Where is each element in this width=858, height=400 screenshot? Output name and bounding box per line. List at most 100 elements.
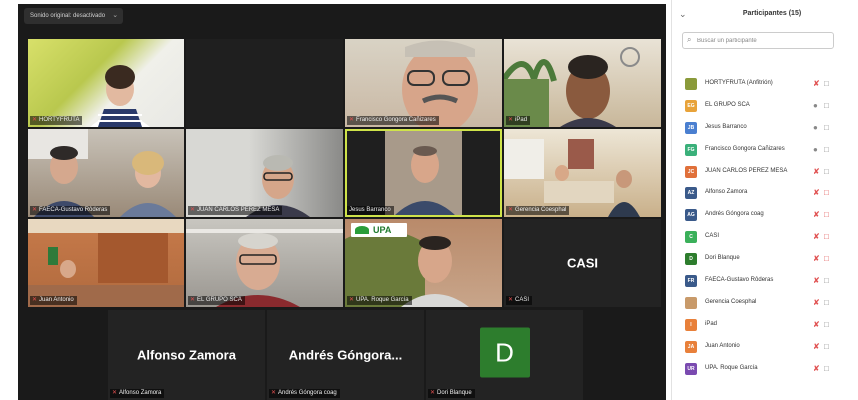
participant-avatar: C xyxy=(685,231,697,244)
participant-name: iPad xyxy=(705,320,718,327)
participant-video xyxy=(186,229,343,307)
video-tile-andres-gongora[interactable]: Andrés Góngora... ✕ Andrés Góngora coag xyxy=(267,310,424,400)
participant-avatar: JC xyxy=(685,165,697,178)
camera-off-icon[interactable]: □ xyxy=(824,232,829,241)
participant-name: Gerencia Coesphal xyxy=(705,298,757,305)
video-tile-jesus-barranco[interactable]: Jesus Barranco xyxy=(345,129,502,217)
video-tile-dori-blanque[interactable]: D ✕ Dori Blanque xyxy=(426,310,583,400)
video-tile-juan-antonio[interactable]: ✕ Juan Antonio xyxy=(28,219,184,307)
video-tile-ipad[interactable]: ✕ iPad xyxy=(504,39,661,127)
mic-muted-icon: ✕ xyxy=(32,117,38,123)
video-tile-empty xyxy=(186,39,343,127)
participant-row[interactable]: IiPad ✘ □ xyxy=(672,315,858,337)
video-tile-gerencia-coesphal[interactable]: ✕ Gerencia Coesphal xyxy=(504,129,661,217)
video-tile-upa-roque[interactable]: UPA ✕ UPA. Roque García xyxy=(345,219,502,307)
mic-muted-icon[interactable]: ✘ xyxy=(813,254,820,263)
participant-row[interactable]: AZ Alfonso Zamora ✘ □ xyxy=(672,183,858,205)
participant-name-label: ✕ HORTYFRUTA xyxy=(30,116,83,125)
participant-avatar xyxy=(685,296,697,309)
video-gallery: Sonido original: desactivado ⌄ ✕ HORTYFRU… xyxy=(18,4,666,400)
participant-name-label: ✕ JUAN CARLOS PEREZ MESA xyxy=(188,206,283,215)
participant-video xyxy=(246,155,310,217)
upa-logo: UPA xyxy=(351,223,407,237)
camera-icon[interactable]: □ xyxy=(824,101,829,110)
mic-muted-icon: ✕ xyxy=(349,117,355,123)
mic-muted-icon: ✕ xyxy=(508,297,514,303)
participant-row[interactable]: UR UPA. Roque García ✘ □ xyxy=(672,359,858,381)
participant-row[interactable]: HORTYFRUTA (Anfitrión) ✘ □ xyxy=(672,74,858,96)
camera-icon[interactable]: □ xyxy=(824,276,829,285)
participant-row[interactable]: AG Andrés Góngora coag ✘ □ xyxy=(672,205,858,227)
camera-icon[interactable]: □ xyxy=(824,298,829,307)
mic-icon[interactable]: ● xyxy=(813,123,818,132)
camera-icon[interactable]: □ xyxy=(824,320,829,329)
participant-name: Dori Blanque xyxy=(705,255,740,262)
video-tile-alfonso-zamora[interactable]: Alfonso Zamora ✕ Alfonso Zamora xyxy=(108,310,265,400)
participant-row[interactable]: FR FAECA-Gustavo Rôderas ✘ □ xyxy=(672,271,858,293)
participant-name-label: ✕ Francisco Gongora Cañizares xyxy=(347,116,439,125)
participant-big-name: Andrés Góngora... xyxy=(288,347,403,363)
participant-name-label: ✕ iPad xyxy=(506,116,531,125)
mic-muted-icon[interactable]: ✘ xyxy=(813,210,820,219)
participant-row[interactable]: JA Juan Antonio ✘ □ xyxy=(672,337,858,359)
participant-name-label: ✕ EL GRUPO SCA xyxy=(188,296,245,305)
video-tile-casi[interactable]: CASI ✕ CASI xyxy=(504,219,661,307)
participant-search[interactable]: ⌕ xyxy=(682,32,834,49)
participant-row[interactable]: JC JUAN CARLOS PEREZ MESA ✘ □ xyxy=(672,162,858,184)
mic-muted-icon: ✕ xyxy=(190,297,196,303)
mic-muted-icon[interactable]: ✘ xyxy=(813,188,820,197)
camera-icon[interactable]: □ xyxy=(824,342,829,351)
participant-name-label: ✕ UPA. Roque García xyxy=(347,296,412,305)
camera-off-icon[interactable]: □ xyxy=(824,210,829,219)
mic-muted-icon: ✕ xyxy=(32,207,38,213)
camera-icon[interactable]: □ xyxy=(824,79,829,88)
mic-muted-icon[interactable]: ✘ xyxy=(813,79,820,88)
participant-name-label: ✕ Juan Antonio xyxy=(30,296,77,305)
mic-icon[interactable]: ● xyxy=(813,101,818,110)
participant-name: HORTYFRUTA (Anfitrión) xyxy=(705,80,773,86)
participant-row[interactable]: JB Jesus Barranco ● □ xyxy=(672,118,858,140)
participant-avatar: I xyxy=(685,318,697,331)
original-sound-dropdown[interactable]: Sonido original: desactivado ⌄ xyxy=(24,8,124,24)
participant-big-name: CASI xyxy=(566,255,599,271)
participant-name: Jesus Barranco xyxy=(705,123,747,130)
participant-name: EL GRUPO SCA xyxy=(705,101,750,108)
mic-muted-icon[interactable]: ✘ xyxy=(813,320,820,329)
participant-name-label: ✕ Andrés Góngora coag xyxy=(269,389,340,398)
participant-name-label: ✕ FAECA-Gustavo Rôderas xyxy=(30,206,111,215)
search-input[interactable] xyxy=(697,35,827,46)
mic-muted-icon[interactable]: ✘ xyxy=(813,298,820,307)
video-tile-hortyfruta[interactable]: ✕ HORTYFRUTA xyxy=(28,39,184,127)
mic-muted-icon[interactable]: ✘ xyxy=(813,232,820,241)
mic-muted-icon: ✕ xyxy=(112,390,118,396)
mic-muted-icon[interactable]: ✘ xyxy=(813,276,820,285)
participant-row[interactable]: FG Francisco Gongora Cañizares ● □ xyxy=(672,140,858,162)
participant-video xyxy=(385,129,462,217)
video-tile-juan-carlos[interactable]: ✕ JUAN CARLOS PEREZ MESA xyxy=(186,129,343,217)
camera-icon[interactable]: □ xyxy=(824,145,829,154)
participant-name-label: Jesus Barranco xyxy=(347,206,394,215)
chevron-down-icon: ⌄ xyxy=(112,12,119,19)
mic-muted-icon[interactable]: ✘ xyxy=(813,342,820,351)
participant-avatar: AG xyxy=(685,209,697,222)
participant-row[interactable]: D Dori Blanque ✘ □ xyxy=(672,249,858,271)
mic-muted-icon[interactable]: ✘ xyxy=(813,364,820,373)
participant-name-label: ✕ Dori Blanque xyxy=(428,389,475,398)
participant-row[interactable]: EG EL GRUPO SCA ● □ xyxy=(672,96,858,118)
camera-icon[interactable]: □ xyxy=(824,123,829,132)
camera-off-icon[interactable]: □ xyxy=(824,188,829,197)
participant-row[interactable]: Gerencia Coesphal ✘ □ xyxy=(672,293,858,315)
participant-avatar: EG xyxy=(685,99,697,112)
mic-muted-icon[interactable]: ✘ xyxy=(813,167,820,176)
video-tile-francisco-gongora[interactable]: ✕ Francisco Gongora Cañizares xyxy=(345,39,502,127)
camera-icon[interactable]: □ xyxy=(824,167,829,176)
participant-big-name: Alfonso Zamora xyxy=(137,347,236,363)
video-tile-faeca[interactable]: ✕ FAECA-Gustavo Rôderas xyxy=(28,129,184,217)
camera-off-icon[interactable]: □ xyxy=(824,254,829,263)
mic-muted-icon: ✕ xyxy=(32,297,38,303)
participant-row[interactable]: C CASI ✘ □ xyxy=(672,227,858,249)
camera-icon[interactable]: □ xyxy=(824,364,829,373)
mic-icon[interactable]: ● xyxy=(813,145,818,154)
video-tile-el-grupo[interactable]: ✕ EL GRUPO SCA xyxy=(186,219,343,307)
participant-video xyxy=(28,129,176,217)
